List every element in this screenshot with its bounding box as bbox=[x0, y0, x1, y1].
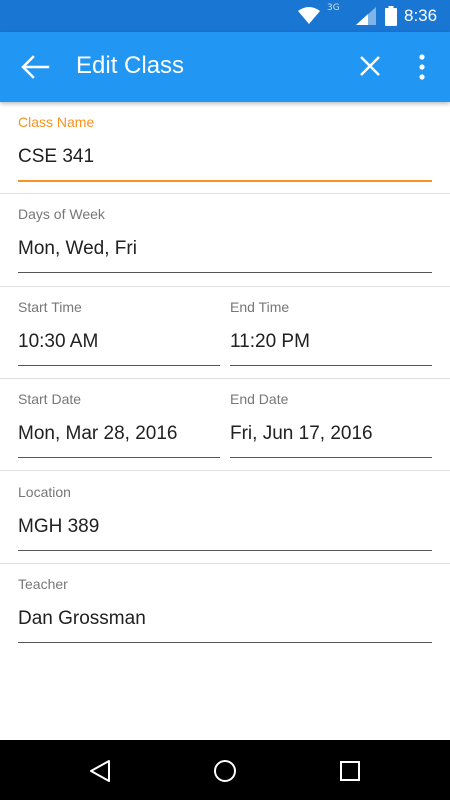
start-date-underline bbox=[18, 457, 220, 458]
end-date-field[interactable]: End Date Fri, Jun 17, 2016 bbox=[230, 391, 432, 461]
days-of-week-label: Days of Week bbox=[18, 206, 105, 222]
class-name-input[interactable]: CSE 341 bbox=[18, 146, 94, 168]
start-time-underline bbox=[18, 365, 220, 366]
signal-icon bbox=[356, 7, 376, 25]
teacher-label: Teacher bbox=[18, 576, 68, 592]
start-date-label: Start Date bbox=[18, 391, 82, 407]
divider bbox=[0, 193, 450, 194]
edit-class-form: Class Name CSE 341 Days of Week Mon, Wed… bbox=[0, 102, 450, 740]
divider bbox=[0, 378, 450, 379]
wifi-icon bbox=[298, 7, 320, 24]
end-time-label: End Time bbox=[230, 299, 290, 315]
end-date-underline bbox=[230, 457, 432, 458]
location-field[interactable]: Location MGH 389 bbox=[18, 484, 432, 554]
page-title: Edit Class bbox=[76, 52, 185, 79]
nav-home-icon[interactable] bbox=[212, 758, 238, 784]
end-time-input[interactable]: 11:20 PM bbox=[230, 331, 310, 353]
start-time-label: Start Time bbox=[18, 299, 82, 315]
teacher-field[interactable]: Teacher Dan Grossman bbox=[18, 576, 432, 646]
arrow-back-icon[interactable] bbox=[20, 54, 50, 80]
teacher-underline bbox=[18, 642, 432, 643]
start-time-field[interactable]: Start Time 10:30 AM bbox=[18, 299, 220, 369]
divider bbox=[0, 470, 450, 471]
location-label: Location bbox=[18, 484, 71, 500]
close-icon[interactable] bbox=[356, 52, 384, 80]
divider bbox=[0, 286, 450, 287]
days-of-week-field[interactable]: Days of Week Mon, Wed, Fri bbox=[18, 206, 432, 276]
end-date-input[interactable]: Fri, Jun 17, 2016 bbox=[230, 423, 373, 445]
days-of-week-input[interactable]: Mon, Wed, Fri bbox=[18, 238, 137, 260]
start-time-input[interactable]: 10:30 AM bbox=[18, 331, 98, 353]
days-of-week-underline bbox=[18, 272, 432, 273]
end-time-underline bbox=[230, 365, 432, 366]
class-name-field[interactable]: Class Name CSE 341 bbox=[18, 114, 432, 184]
system-nav-bar bbox=[0, 740, 450, 800]
nav-back-icon[interactable] bbox=[87, 758, 113, 784]
start-date-field[interactable]: Start Date Mon, Mar 28, 2016 bbox=[18, 391, 220, 461]
location-input[interactable]: MGH 389 bbox=[18, 516, 99, 538]
app-bar: Edit Class bbox=[0, 32, 450, 102]
teacher-input[interactable]: Dan Grossman bbox=[18, 608, 146, 630]
class-name-label: Class Name bbox=[18, 114, 95, 130]
battery-icon bbox=[385, 6, 397, 26]
divider bbox=[0, 563, 450, 564]
network-type-label: 3G bbox=[327, 3, 340, 13]
status-bar: 3G 8:36 bbox=[0, 0, 450, 32]
start-date-input[interactable]: Mon, Mar 28, 2016 bbox=[18, 423, 177, 445]
status-clock: 8:36 bbox=[404, 6, 438, 25]
class-name-underline bbox=[18, 180, 432, 182]
nav-recents-icon[interactable] bbox=[337, 758, 363, 784]
more-vert-icon[interactable] bbox=[410, 52, 434, 82]
end-date-label: End Date bbox=[230, 391, 289, 407]
location-underline bbox=[18, 550, 432, 551]
end-time-field[interactable]: End Time 11:20 PM bbox=[230, 299, 432, 369]
